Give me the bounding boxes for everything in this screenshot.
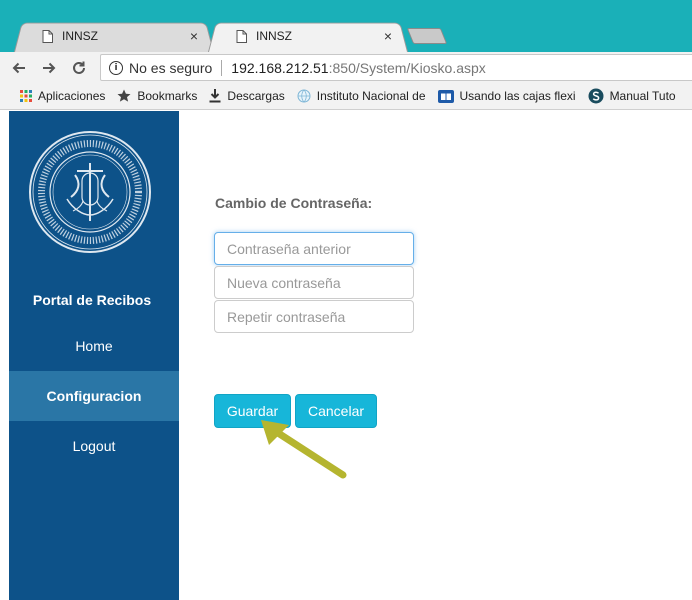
- security-status[interactable]: No es seguro: [129, 60, 212, 76]
- bookmark-instituto[interactable]: Instituto Nacional de: [297, 89, 426, 103]
- bookmark-manual[interactable]: Manual Tuto: [588, 88, 676, 104]
- sidebar-item-logout[interactable]: Logout: [9, 421, 179, 471]
- sidebar-item-configuracion[interactable]: Configuracion: [9, 371, 179, 421]
- bookmark-descargas[interactable]: Descargas: [209, 89, 285, 103]
- browser-tab-strip: INNSZ × INNSZ ×: [0, 0, 692, 52]
- s-logo-icon: [588, 88, 604, 104]
- bookmark-bookmarks[interactable]: Bookmarks: [117, 89, 197, 103]
- book-icon: [437, 89, 454, 103]
- tab-title: INNSZ: [62, 29, 98, 43]
- bookmark-label: Aplicaciones: [38, 89, 106, 103]
- form-title: Cambio de Contraseña:: [215, 195, 373, 211]
- reload-icon[interactable]: [64, 52, 94, 83]
- new-password-field[interactable]: [214, 266, 414, 299]
- apps-grid-icon: [20, 90, 32, 102]
- address-divider: [221, 59, 223, 76]
- arrow-pointer-icon: [255, 415, 355, 485]
- close-icon[interactable]: ×: [190, 28, 198, 44]
- new-tab-button[interactable]: [406, 28, 448, 44]
- browser-toolbar: i No es seguro 192.168.212.51:850/System…: [0, 52, 692, 83]
- forward-arrow-icon[interactable]: [34, 52, 64, 83]
- sidebar: Portal de Recibos Home Configuracion Log…: [9, 111, 179, 600]
- url-path: :850/System/Kiosko.aspx: [328, 59, 486, 76]
- address-bar[interactable]: i No es seguro 192.168.212.51:850/System…: [100, 54, 692, 81]
- sidebar-item-home[interactable]: Home: [9, 321, 179, 371]
- url-host: 192.168.212.51: [231, 59, 329, 76]
- old-password-field[interactable]: [214, 232, 414, 265]
- bookmark-label: Bookmarks: [137, 89, 198, 103]
- portal-title: Portal de Recibos: [32, 292, 152, 308]
- bookmark-cajas-flexibles[interactable]: Usando las cajas flexi: [437, 89, 576, 103]
- info-icon[interactable]: i: [109, 60, 123, 75]
- tab-title: INNSZ: [256, 29, 292, 43]
- bookmark-label: Manual Tuto: [609, 89, 676, 103]
- page-icon: [236, 29, 247, 43]
- star-icon: [117, 89, 131, 103]
- browser-tab-1[interactable]: INNSZ ×: [14, 20, 214, 52]
- back-arrow-icon[interactable]: [4, 52, 34, 83]
- browser-tab-2[interactable]: INNSZ ×: [208, 20, 408, 52]
- bookmark-label: Usando las cajas flexi: [459, 89, 576, 103]
- bookmarks-bar: Aplicaciones Bookmarks Descargas Institu…: [0, 83, 692, 110]
- bookmark-label: Descargas: [227, 89, 285, 103]
- bookmark-aplicaciones[interactable]: Aplicaciones: [20, 89, 105, 103]
- close-icon[interactable]: ×: [384, 28, 392, 44]
- page-icon: [42, 29, 53, 43]
- bookmark-label: Instituto Nacional de: [316, 89, 426, 103]
- repeat-password-field[interactable]: [214, 300, 414, 333]
- globe-icon: [297, 89, 311, 103]
- download-icon: [209, 89, 221, 103]
- institute-seal-logo: [27, 129, 153, 255]
